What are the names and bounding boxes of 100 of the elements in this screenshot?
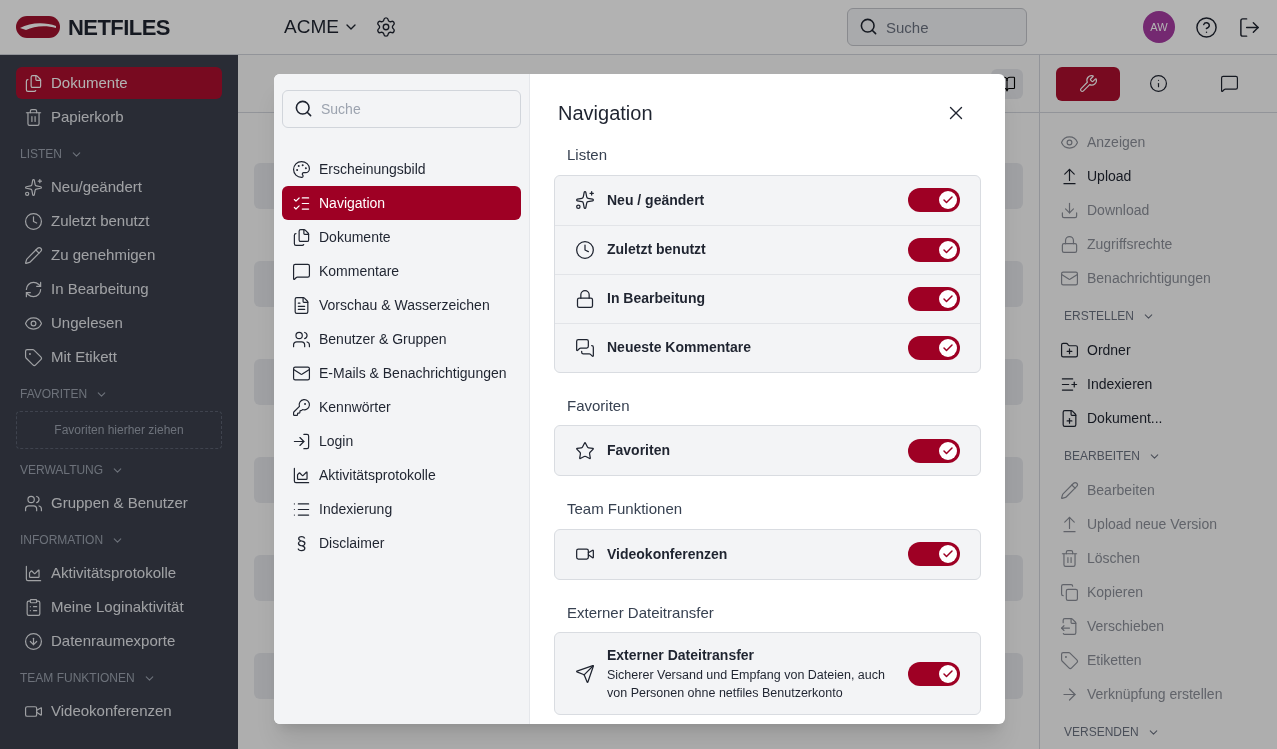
sidebar-item[interactable]: Gruppen & Benutzer bbox=[16, 487, 222, 519]
search-field[interactable]: Suche bbox=[847, 8, 1027, 46]
setting-description: Sicherer Versand und Empfang von Dateien, auch von Personen ohne netfiles Benutzerkonto bbox=[607, 667, 886, 702]
settings-menu-item[interactable]: Vorschau & Wasserzeichen bbox=[282, 288, 521, 322]
pencil-icon bbox=[24, 245, 43, 265]
sidebar-item[interactable]: Meine Loginaktivität bbox=[16, 591, 222, 623]
workspace-dropdown[interactable]: ACME bbox=[284, 12, 359, 42]
panel-tab[interactable] bbox=[1056, 66, 1120, 101]
folder-plus-icon bbox=[1060, 340, 1079, 360]
file-plus-icon bbox=[1060, 408, 1079, 428]
section-heading: VERWALTUNG bbox=[20, 462, 104, 479]
logout-icon[interactable] bbox=[1238, 15, 1261, 39]
download-icon bbox=[1060, 200, 1079, 220]
action-item[interactable]: Dokument... bbox=[1060, 401, 1257, 435]
info-icon bbox=[1149, 74, 1168, 93]
sidebar-item[interactable]: Datenraumexporte bbox=[16, 625, 222, 657]
settings-menu-item[interactable]: Navigation bbox=[282, 186, 521, 220]
check-icon bbox=[942, 548, 954, 560]
lock-icon bbox=[575, 288, 595, 309]
help-icon[interactable] bbox=[1195, 15, 1218, 39]
refresh-icon bbox=[24, 279, 43, 299]
section-heading: INFORMATION bbox=[20, 532, 104, 549]
settings-menu-item[interactable]: Benutzer & Gruppen bbox=[282, 322, 521, 356]
copy-icon bbox=[1060, 582, 1079, 602]
settings-menu-item[interactable]: E-Mails & Benachrichtigungen bbox=[282, 356, 521, 390]
action-item[interactable]: Indexieren bbox=[1060, 367, 1257, 401]
section-heading: VERSENDEN bbox=[1064, 724, 1139, 741]
upload-icon bbox=[1060, 514, 1079, 534]
settings-menu-item[interactable]: Indexierung bbox=[282, 492, 521, 526]
toggle-switch[interactable] bbox=[908, 286, 960, 311]
clock-icon bbox=[24, 211, 43, 231]
sparkle-star-icon bbox=[24, 177, 43, 197]
wrench-icon bbox=[1078, 74, 1098, 93]
settings-icon[interactable] bbox=[374, 16, 397, 38]
sidebar-item[interactable]: In Bearbeitung bbox=[16, 273, 222, 305]
action-item[interactable]: Upload bbox=[1060, 159, 1257, 193]
trash-icon bbox=[24, 107, 43, 127]
chart-icon bbox=[24, 563, 43, 583]
check-icon bbox=[942, 667, 954, 680]
favorites-dropzone[interactable]: Favoriten hierher ziehen bbox=[16, 411, 222, 449]
login-icon bbox=[292, 431, 311, 451]
settings-menu-item[interactable]: Login bbox=[282, 424, 521, 458]
avatar[interactable]: AW bbox=[1143, 11, 1175, 43]
tag-icon bbox=[24, 347, 43, 367]
file-move-icon bbox=[1060, 616, 1079, 636]
toggle-switch[interactable] bbox=[908, 438, 960, 463]
logo-icon bbox=[16, 16, 60, 38]
trash-icon bbox=[1060, 548, 1079, 568]
toggle-switch[interactable] bbox=[908, 542, 960, 566]
sidebar-item[interactable]: Aktivitätsprotokolle bbox=[16, 557, 222, 589]
section-heading: ERSTELLEN bbox=[1064, 308, 1135, 325]
settings-menu-item[interactable]: Kennwörter bbox=[282, 390, 521, 424]
settings-menu-item[interactable]: Kommentare bbox=[282, 254, 521, 288]
search-field[interactable]: Suche bbox=[282, 90, 521, 128]
sidebar-item[interactable]: Mit Etikett bbox=[16, 341, 222, 373]
setting-label: Externer Dateitransfer bbox=[607, 646, 756, 665]
documents-icon bbox=[292, 227, 311, 247]
sidebar-item[interactable]: Zu genehmigen bbox=[16, 239, 222, 271]
check-icon bbox=[942, 292, 954, 305]
group-heading: Listen bbox=[566, 145, 609, 165]
lock-icon bbox=[1060, 234, 1079, 254]
file-icon bbox=[292, 295, 311, 315]
clock-icon bbox=[575, 239, 595, 260]
group-heading: Team Funktionen bbox=[566, 499, 684, 519]
setting-label: Favoriten bbox=[607, 441, 671, 460]
sidebar-item[interactable]: Zuletzt benutzt bbox=[16, 205, 222, 237]
setting-label: Neueste Kommentare bbox=[607, 338, 752, 357]
dialog-title: Navigation bbox=[558, 101, 653, 126]
section-heading: BEARBEITEN bbox=[1064, 448, 1141, 465]
toggle-switch[interactable] bbox=[908, 188, 960, 212]
chart-icon bbox=[292, 465, 311, 485]
sidebar-item[interactable]: Ungelesen bbox=[16, 307, 222, 339]
sidebar-item[interactable]: Papierkorb bbox=[16, 101, 222, 133]
palette-icon bbox=[292, 159, 311, 179]
upload-icon bbox=[1060, 166, 1079, 186]
key-icon bbox=[292, 397, 311, 417]
toggle-switch[interactable] bbox=[908, 237, 960, 262]
group-heading: Externer Dateitransfer bbox=[566, 602, 715, 623]
sidebar-item[interactable]: Videokonferenzen bbox=[16, 695, 222, 727]
action-item[interactable]: Ordner bbox=[1060, 333, 1257, 367]
section-heading: LISTEN bbox=[20, 146, 62, 163]
setting-label: In Bearbeitung bbox=[607, 289, 706, 308]
download-circle-icon bbox=[24, 631, 43, 651]
settings-menu-item[interactable]: § Disclaimer bbox=[282, 526, 521, 560]
settings-menu-item[interactable]: Erscheinungsbild bbox=[282, 152, 521, 186]
settings-menu-item[interactable]: Dokumente bbox=[282, 220, 521, 254]
users-icon bbox=[292, 329, 311, 349]
sidebar-item[interactable]: Neu/geändert bbox=[16, 171, 222, 203]
setting-label: Zuletzt benutzt bbox=[607, 240, 707, 259]
section-heading: FAVORITEN bbox=[20, 386, 88, 403]
search-icon bbox=[294, 99, 313, 118]
check-icon bbox=[942, 341, 954, 354]
sparkle-star-icon bbox=[575, 190, 595, 210]
toggle-switch[interactable] bbox=[908, 335, 960, 360]
section-heading: TEAM FUNKTIONEN bbox=[20, 670, 135, 687]
users-icon bbox=[24, 493, 43, 513]
toggle-switch[interactable] bbox=[908, 661, 960, 686]
sidebar-item[interactable]: Dokumente bbox=[16, 67, 222, 99]
settings-menu-item[interactable]: Aktivitätsprotokolle bbox=[282, 458, 521, 492]
documents-icon bbox=[24, 73, 43, 93]
